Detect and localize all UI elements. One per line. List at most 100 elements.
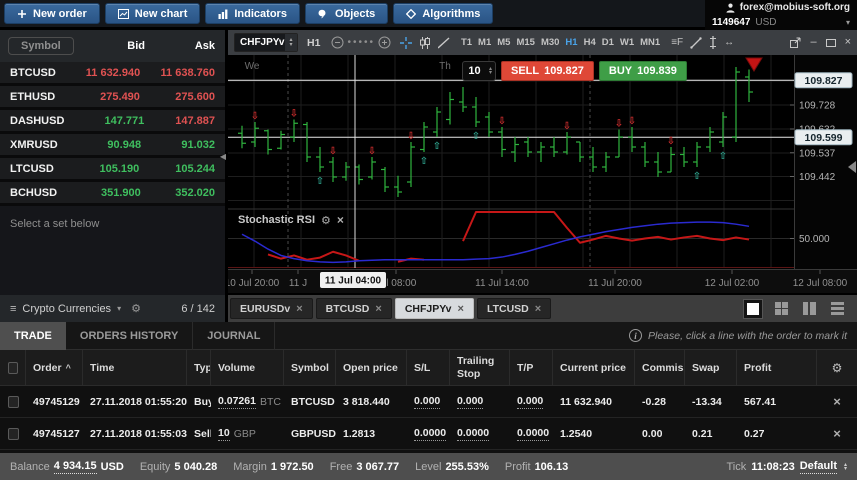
price-chart[interactable]: ⇩⇩⇧⇩⇩⇩⇧⇧⇧⇩⇩⇩⇩⇩⇧⇧109.728109.632109.537109… [228,55,857,293]
layout-single-icon[interactable] [743,299,763,319]
trendline-tool-icon[interactable] [690,37,702,49]
ask-price[interactable]: 11 638.760 [140,67,215,79]
timeframe-h4[interactable]: H4 [584,37,596,48]
minimize-icon[interactable]: – [810,37,816,48]
chevron-down-icon[interactable]: ▾ [846,18,850,27]
timeframe-m15[interactable]: M15 [516,37,534,48]
order-row[interactable]: 4974512727.11.2018 01:55:03Sell10GBPGBPU… [0,418,857,450]
trade-tab-journal[interactable]: JOURNAL [193,322,275,350]
table-settings-gear-icon[interactable]: ⚙ [832,361,843,375]
volume-value[interactable]: 0.07261 [218,395,256,409]
ask-price[interactable]: 352.020 [141,187,215,199]
bid-price[interactable]: 11 632.940 [56,67,140,79]
bid-price[interactable]: 351.900 [57,187,141,199]
sl-value[interactable]: 0.000 [414,395,440,409]
vertical-line-tool-icon[interactable] [709,36,717,49]
ask-price[interactable]: 275.600 [140,91,215,103]
buy-button[interactable]: BUY 109.839 [599,61,687,81]
ask-price[interactable]: 91.032 [141,139,215,151]
volume-value[interactable]: 10 [218,427,230,441]
trailing-stop-value[interactable]: 0.0000 [457,427,489,441]
trailing-stop-value[interactable]: 0.000 [457,395,483,409]
timeframe-t1[interactable]: T1 [461,37,472,48]
watchlist-row[interactable]: BCHUSD351.900352.020 [0,182,225,206]
detach-window-icon[interactable] [790,37,801,48]
chart-symbol-select[interactable]: CHFJPYv ▴▾ [234,33,298,52]
watchlist-row[interactable]: ETHUSD275.490275.600 [0,86,225,110]
zoom-in-icon[interactable] [378,36,391,49]
horizontal-line-tool-icon[interactable]: ↔ [724,37,734,48]
chart-body[interactable]: ⇩⇩⇧⇩⇩⇩⇧⇧⇧⇩⇩⇩⇩⇩⇧⇧109.728109.632109.537109… [228,55,857,293]
watchlist-row[interactable]: DASHUSD147.771147.887 [0,110,225,134]
layout-horizontal-icon[interactable] [827,299,847,319]
profile-selector[interactable]: Default [800,460,837,474]
collapse-sidebar-icon[interactable]: ◀ [220,152,226,161]
bid-price[interactable]: 105.190 [54,163,139,175]
crosshair-icon[interactable] [400,37,412,49]
tp-value[interactable]: 0.000 [517,395,543,409]
indicators-button[interactable]: Indicators [205,3,300,24]
watchlist-row[interactable]: BTCUSD11 632.94011 638.760 [0,62,225,86]
sl-value[interactable]: 0.0000 [414,427,446,441]
chevron-down-icon[interactable]: ▾ [117,304,121,313]
close-order-icon[interactable]: × [833,426,841,441]
bid-price[interactable]: 90.948 [58,139,141,151]
close-order-icon[interactable]: × [833,394,841,409]
timeframe-d1[interactable]: D1 [602,37,614,48]
gear-icon[interactable]: ⚙ [131,302,141,315]
timeframe-m30[interactable]: M30 [541,37,559,48]
profile-stepper-icon[interactable]: ▴▾ [844,463,847,471]
column-header-time: Time [83,350,187,385]
symbol-stepper[interactable]: ▴▾ [285,34,297,51]
watchlist-row[interactable]: XMRUSD90.94891.032 [0,134,225,158]
volume-input[interactable]: 10 ▴▾ [462,61,496,81]
timeframe-w1[interactable]: W1 [620,37,634,48]
bid-price[interactable]: 147.771 [64,115,144,127]
timeframe-m5[interactable]: M5 [497,37,510,48]
chart-tab-chfjpyv[interactable]: CHFJPYv× [395,298,474,319]
timeframe-m1[interactable]: M1 [478,37,491,48]
layout-grid-icon[interactable] [771,299,791,319]
objects-button[interactable]: Objects [305,3,388,24]
algorithms-button[interactable]: Algorithms [393,3,493,24]
status-value[interactable]: 4 934.15 [54,460,97,474]
select-all-checkbox[interactable] [8,362,18,374]
column-header-order[interactable]: Order^ [26,350,83,385]
close-icon[interactable]: × [535,303,541,315]
bid-price[interactable]: 275.490 [55,91,140,103]
order-checkbox[interactable] [8,396,19,408]
line-style-icon[interactable] [438,37,450,49]
column-header-select[interactable] [0,350,26,385]
close-icon[interactable]: × [458,303,464,315]
watchlist-row[interactable]: LTCUSD105.190105.244 [0,158,225,182]
maximize-icon[interactable] [826,38,836,48]
timeframe-mn1[interactable]: MN1 [640,37,660,48]
order-row[interactable]: 4974512927.11.2018 01:55:20Buy0.07261BTC… [0,386,857,418]
indicator-settings-icon[interactable]: ⚙ [321,214,331,227]
new-order-button[interactable]: New order [4,3,100,24]
order-checkbox[interactable] [8,428,19,440]
symbol-filter-button[interactable]: Symbol [8,37,74,55]
close-icon[interactable]: × [375,303,381,315]
chart-tab-btcusd[interactable]: BTCUSD× [316,298,392,319]
close-chart-icon[interactable]: × [845,37,851,48]
close-icon[interactable]: × [296,303,302,315]
zoom-out-icon[interactable] [331,36,344,49]
indicator-remove-icon[interactable]: × [337,213,344,227]
candles-icon[interactable] [419,37,431,49]
chart-tab-eurusdv[interactable]: EURUSDv× [230,298,313,319]
ask-price[interactable]: 105.244 [139,163,215,175]
account-panel[interactable]: forex@mobius-soft.org 1149647 USD ▾ [705,0,857,30]
volume-stepper[interactable]: ▴▾ [486,67,495,76]
indicator-list-icon[interactable]: ≡F [671,37,683,48]
symbol-set-bar[interactable]: ≡ Crypto Currencies ▾ ⚙ 6 / 142 [0,295,225,322]
chart-tab-ltcusd[interactable]: LTCUSD× [477,298,551,319]
new-chart-button[interactable]: New chart [105,3,201,24]
tp-value[interactable]: 0.0000 [517,427,549,441]
timeframe-h1[interactable]: H1 [565,37,577,48]
ask-price[interactable]: 147.887 [144,115,215,127]
trade-tab-trade[interactable]: TRADE [0,322,66,350]
trade-tab-orders-history[interactable]: ORDERS HISTORY [66,322,193,350]
layout-vertical-icon[interactable] [799,299,819,319]
sell-button[interactable]: SELL 109.827 [501,61,594,81]
